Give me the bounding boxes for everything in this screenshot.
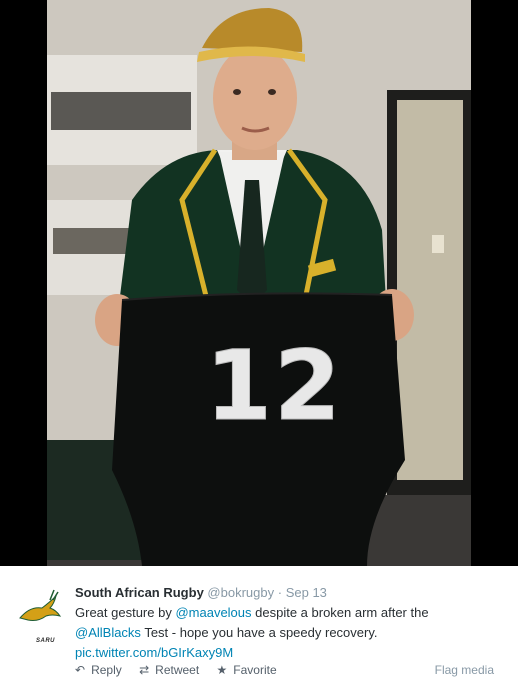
flag-media-link[interactable]: Flag media [435, 663, 494, 677]
reply-icon: ↶ [75, 663, 86, 677]
account-handle[interactable]: @bokrugby [207, 585, 274, 600]
photo-image[interactable]: 12 [47, 0, 471, 566]
reply-button[interactable]: ↶ Reply [75, 663, 122, 677]
retweet-label: Retweet [155, 663, 200, 677]
retweet-icon: ⇄ [139, 663, 150, 677]
reply-label: Reply [91, 663, 122, 677]
tweet-header: South African Rugby @bokrugby · Sep 13 [75, 585, 327, 601]
tweet-actions: ↶ Reply ⇄ Retweet ★ Favorite [75, 663, 291, 677]
text-part-2: despite a broken arm after the [251, 605, 429, 620]
springbok-icon [19, 589, 62, 621]
photo-scene [47, 0, 471, 566]
separator: · [277, 585, 283, 600]
star-icon: ★ [216, 663, 228, 677]
tweet-text: Great gesture by @maavelous despite a br… [75, 603, 495, 663]
text-part-1: Great gesture by [75, 605, 176, 620]
favorite-button[interactable]: ★ Favorite [217, 663, 277, 677]
mention-allblacks[interactable]: @AllBlacks [75, 625, 141, 640]
jersey-number: 12 [205, 330, 343, 443]
favorite-label: Favorite [233, 663, 277, 677]
tweet-photo[interactable]: 12 [0, 0, 518, 566]
account-name[interactable]: South African Rugby [75, 585, 204, 600]
retweet-button[interactable]: ⇄ Retweet [139, 663, 199, 677]
media-link[interactable]: pic.twitter.com/bGIrKaxy9M [75, 645, 233, 660]
mention-maavelous[interactable]: @maavelous [175, 605, 251, 620]
springbok-logo-icon[interactable]: SARU [16, 588, 62, 644]
tweet: SARU South African Rugby @bokrugby · Sep… [0, 566, 518, 694]
tweet-date[interactable]: Sep 13 [286, 585, 327, 600]
logo-text: SARU [36, 638, 56, 644]
text-part-3: Test - hope you have a speedy recovery. [140, 625, 378, 640]
